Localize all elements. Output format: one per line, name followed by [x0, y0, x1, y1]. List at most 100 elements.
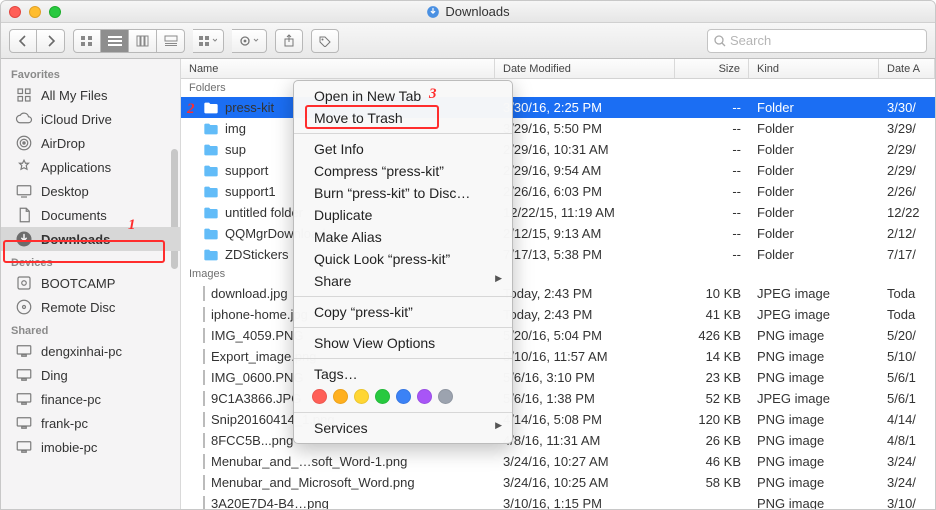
col-date-modified[interactable]: Date Modified [495, 59, 675, 78]
file-list-pane: Name Date Modified Size Kind Date A Fold… [181, 59, 935, 509]
sidebar-item-documents[interactable]: Documents [1, 203, 180, 227]
menu-item-duplicate[interactable]: Duplicate [294, 204, 512, 226]
image-file-icon [203, 307, 205, 322]
forward-button[interactable] [37, 29, 65, 53]
sidebar-item-desktop[interactable]: Desktop [1, 179, 180, 203]
file-date-added: 3/29/ [879, 121, 935, 136]
menu-item-move-to-trash[interactable]: Move to Trash [294, 107, 512, 129]
sidebar-item-frank-pc[interactable]: frank-pc [1, 411, 180, 435]
tag-color[interactable] [354, 389, 369, 404]
file-name: Menubar_and_Microsoft_Word.png [211, 475, 415, 490]
sidebar-item-ding[interactable]: Ding [1, 363, 180, 387]
tag-color[interactable] [417, 389, 432, 404]
file-size: 23 KB [675, 370, 749, 385]
search-icon [714, 35, 726, 47]
file-name: sup [225, 142, 246, 157]
file-date: 5/10/16, 11:57 AM [495, 349, 675, 364]
tag-icon [318, 35, 332, 47]
search-input[interactable] [730, 33, 920, 48]
file-row[interactable]: Menubar_and_Microsoft_Word.png3/24/16, 1… [181, 472, 935, 493]
icon-view-button[interactable] [73, 29, 101, 53]
menu-item-quick-look-press-kit[interactable]: Quick Look “press-kit” [294, 248, 512, 270]
file-row[interactable]: Menubar_and_…soft_Word-1.png3/24/16, 10:… [181, 451, 935, 472]
menu-item-make-alias[interactable]: Make Alias [294, 226, 512, 248]
sidebar-item-airdrop[interactable]: AirDrop [1, 131, 180, 155]
coverflow-view-button[interactable] [157, 29, 185, 53]
menu-item-services[interactable]: Services [294, 417, 512, 439]
file-date-added: 3/24/ [879, 454, 935, 469]
tags-button[interactable] [311, 29, 339, 53]
sidebar-item-label: iCloud Drive [41, 112, 112, 127]
menu-item-compress-press-kit[interactable]: Compress “press-kit” [294, 160, 512, 182]
file-name: ZDStickers [225, 247, 289, 262]
file-kind: PNG image [749, 433, 879, 448]
menu-separator [294, 327, 512, 328]
sidebar-item-bootcamp[interactable]: BOOTCAMP [1, 271, 180, 295]
arrange-button[interactable] [193, 29, 224, 53]
tag-color[interactable] [375, 389, 390, 404]
file-name: 8FCC5B...png [211, 433, 293, 448]
file-date: 3/10/16, 1:15 PM [495, 496, 675, 509]
action-button[interactable] [232, 29, 267, 53]
file-kind: Folder [749, 247, 879, 262]
file-size: 120 KB [675, 412, 749, 427]
file-name: IMG_0600.PNG [211, 370, 304, 385]
search-field[interactable] [707, 29, 927, 53]
sidebar-item-icloud-drive[interactable]: iCloud Drive [1, 107, 180, 131]
context-menu[interactable]: Open in New TabMove to Trash Get InfoComp… [293, 80, 513, 444]
back-button[interactable] [9, 29, 37, 53]
file-date-added: 4/14/ [879, 412, 935, 427]
window-title: Downloads [1, 4, 935, 19]
file-kind: PNG image [749, 328, 879, 343]
tag-color[interactable] [396, 389, 411, 404]
sidebar-item-dengxinhai-pc[interactable]: dengxinhai-pc [1, 339, 180, 363]
share-button[interactable] [275, 29, 303, 53]
file-date: Today, 2:43 PM [495, 307, 675, 322]
tag-color[interactable] [312, 389, 327, 404]
menu-item-copy-press-kit[interactable]: Copy “press-kit” [294, 301, 512, 323]
col-kind[interactable]: Kind [749, 59, 879, 78]
nav-buttons [9, 29, 65, 53]
sidebar-item-remote-disc[interactable]: Remote Disc [1, 295, 180, 319]
file-date-added: 5/6/1 [879, 370, 935, 385]
file-kind: PNG image [749, 454, 879, 469]
file-name: untitled folder [225, 205, 303, 220]
sidebar-item-applications[interactable]: Applications [1, 155, 180, 179]
tag-color[interactable] [438, 389, 453, 404]
sidebar-item-downloads[interactable]: Downloads [1, 227, 180, 251]
menu-item-show-view-options[interactable]: Show View Options [294, 332, 512, 354]
pc-icon [15, 390, 33, 408]
file-kind: Folder [749, 226, 879, 241]
file-date: 12/22/15, 11:19 AM [495, 205, 675, 220]
folder-icon [203, 101, 219, 115]
view-switcher [73, 29, 185, 53]
menu-item-burn-press-kit-to-disc[interactable]: Burn “press-kit” to Disc… [294, 182, 512, 204]
file-size: -- [675, 205, 749, 220]
col-name[interactable]: Name [181, 59, 495, 78]
sidebar-item-label: AirDrop [41, 136, 85, 151]
file-kind: Folder [749, 184, 879, 199]
sidebar-item-finance-pc[interactable]: finance-pc [1, 387, 180, 411]
file-row[interactable]: 3A20E7D4-B4…png3/10/16, 1:15 PMPNG image… [181, 493, 935, 509]
menu-item-share[interactable]: Share [294, 270, 512, 292]
file-name: img [225, 121, 246, 136]
file-size: 41 KB [675, 307, 749, 322]
menu-item-open-in-new-tab[interactable]: Open in New Tab [294, 85, 512, 107]
menu-item-tags[interactable]: Tags… [294, 363, 512, 385]
sidebar-item-label: Documents [41, 208, 107, 223]
tag-color[interactable] [333, 389, 348, 404]
sidebar-item-label: BOOTCAMP [41, 276, 115, 291]
col-date-added[interactable]: Date A [879, 59, 935, 78]
menu-item-get-info[interactable]: Get Info [294, 138, 512, 160]
file-size: -- [675, 121, 749, 136]
folder-icon [203, 206, 219, 220]
sidebar-item-all-my-files[interactable]: All My Files [1, 83, 180, 107]
col-size[interactable]: Size [675, 59, 749, 78]
column-view-button[interactable] [129, 29, 157, 53]
menu-separator [294, 133, 512, 134]
sidebar-item-imobie-pc[interactable]: imobie-pc [1, 435, 180, 459]
list-view-button[interactable] [101, 29, 129, 53]
file-list[interactable]: Folderspress-kit3/30/16, 2:25 PM--Folder… [181, 79, 935, 509]
folder-icon [203, 248, 219, 262]
disc-icon [15, 298, 33, 316]
